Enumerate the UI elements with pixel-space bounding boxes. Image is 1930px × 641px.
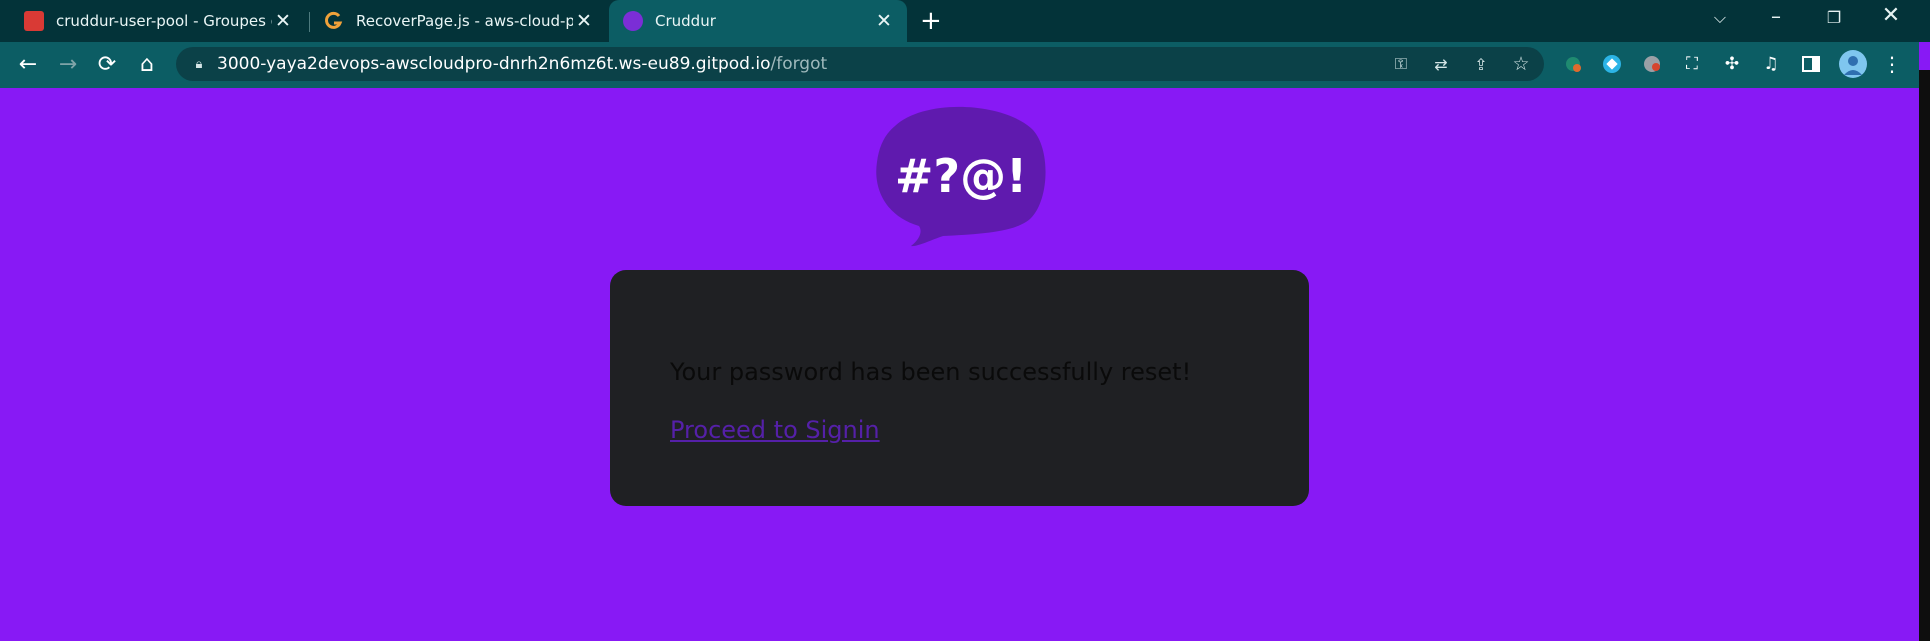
translate-icon[interactable]: ⇄ bbox=[1430, 53, 1452, 75]
tab-cruddur[interactable]: Cruddur ✕ bbox=[609, 0, 907, 42]
screen-capture-icon[interactable]: ⛶ bbox=[1680, 52, 1704, 76]
cruddur-logo: #?@! bbox=[873, 104, 1049, 252]
extension-icon[interactable] bbox=[1640, 52, 1664, 76]
close-icon[interactable]: ✕ bbox=[272, 10, 294, 32]
gitpod-icon bbox=[324, 11, 344, 31]
reload-icon[interactable]: ⟳ bbox=[93, 50, 121, 78]
home-icon[interactable]: ⌂ bbox=[133, 50, 161, 78]
restore-icon[interactable]: ❐ bbox=[1814, 8, 1854, 27]
tab-title: RecoverPage.js - aws-cloud-proje bbox=[356, 12, 573, 30]
key-icon[interactable]: ⚿ bbox=[1390, 53, 1412, 75]
cruddur-icon bbox=[623, 11, 643, 31]
window-close-icon[interactable]: ✕ bbox=[1871, 3, 1911, 28]
tab-strip: cruddur-user-pool - Groupes d'u ✕ Recove… bbox=[0, 0, 1930, 42]
close-icon[interactable]: ✕ bbox=[873, 10, 895, 32]
tab-cognito[interactable]: cruddur-user-pool - Groupes d'u ✕ bbox=[0, 0, 306, 42]
extension-icon[interactable] bbox=[1561, 52, 1585, 76]
extension-icon[interactable] bbox=[1600, 52, 1624, 76]
extensions-puzzle-icon[interactable]: ✣ bbox=[1720, 52, 1744, 76]
side-panel-icon[interactable] bbox=[1799, 52, 1823, 76]
success-message: Your password has been successfully rese… bbox=[670, 358, 1192, 386]
bookmark-star-icon[interactable]: ☆ bbox=[1510, 53, 1532, 75]
media-playlist-icon[interactable]: ♫ bbox=[1759, 52, 1783, 76]
tab-recoverpage[interactable]: RecoverPage.js - aws-cloud-proje ✕ bbox=[312, 0, 607, 42]
url-host: 3000-yaya2devops-awscloudpro-dnrh2n6mz6t… bbox=[217, 54, 771, 74]
kebab-menu-icon[interactable]: ⋮ bbox=[1880, 52, 1904, 76]
minimize-icon[interactable]: – bbox=[1756, 4, 1796, 28]
proceed-to-signin-link[interactable]: Proceed to Signin bbox=[670, 416, 880, 444]
aws-cognito-icon bbox=[24, 11, 44, 31]
tab-title: Cruddur bbox=[655, 12, 716, 30]
new-tab-button[interactable]: + bbox=[920, 6, 942, 36]
avatar[interactable] bbox=[1838, 49, 1868, 79]
tab-divider bbox=[309, 12, 310, 32]
reset-success-card: Your password has been successfully rese… bbox=[610, 270, 1309, 506]
url-text[interactable]: 3000-yaya2devops-awscloudpro-dnrh2n6mz6t… bbox=[217, 54, 827, 74]
share-icon[interactable]: ⇪ bbox=[1470, 53, 1492, 75]
tab-search-icon[interactable]: ⌵ bbox=[1700, 8, 1740, 28]
logo-text: #?@! bbox=[895, 149, 1027, 203]
address-bar[interactable]: 🔒︎ 3000-yaya2devops-awscloudpro-dnrh2n6m… bbox=[176, 47, 1544, 81]
forward-arrow-icon[interactable]: → bbox=[54, 50, 82, 78]
url-path: /forgot bbox=[770, 54, 828, 74]
close-icon[interactable]: ✕ bbox=[573, 10, 595, 32]
back-arrow-icon[interactable]: ← bbox=[14, 50, 42, 78]
scrollbar[interactable] bbox=[1919, 70, 1930, 641]
tab-title: cruddur-user-pool - Groupes d'u bbox=[56, 12, 272, 30]
browser-toolbar: ← → ⟳ ⌂ 🔒︎ 3000-yaya2devops-awscloudpro-… bbox=[0, 42, 1919, 88]
lock-icon[interactable]: 🔒︎ bbox=[188, 53, 210, 75]
